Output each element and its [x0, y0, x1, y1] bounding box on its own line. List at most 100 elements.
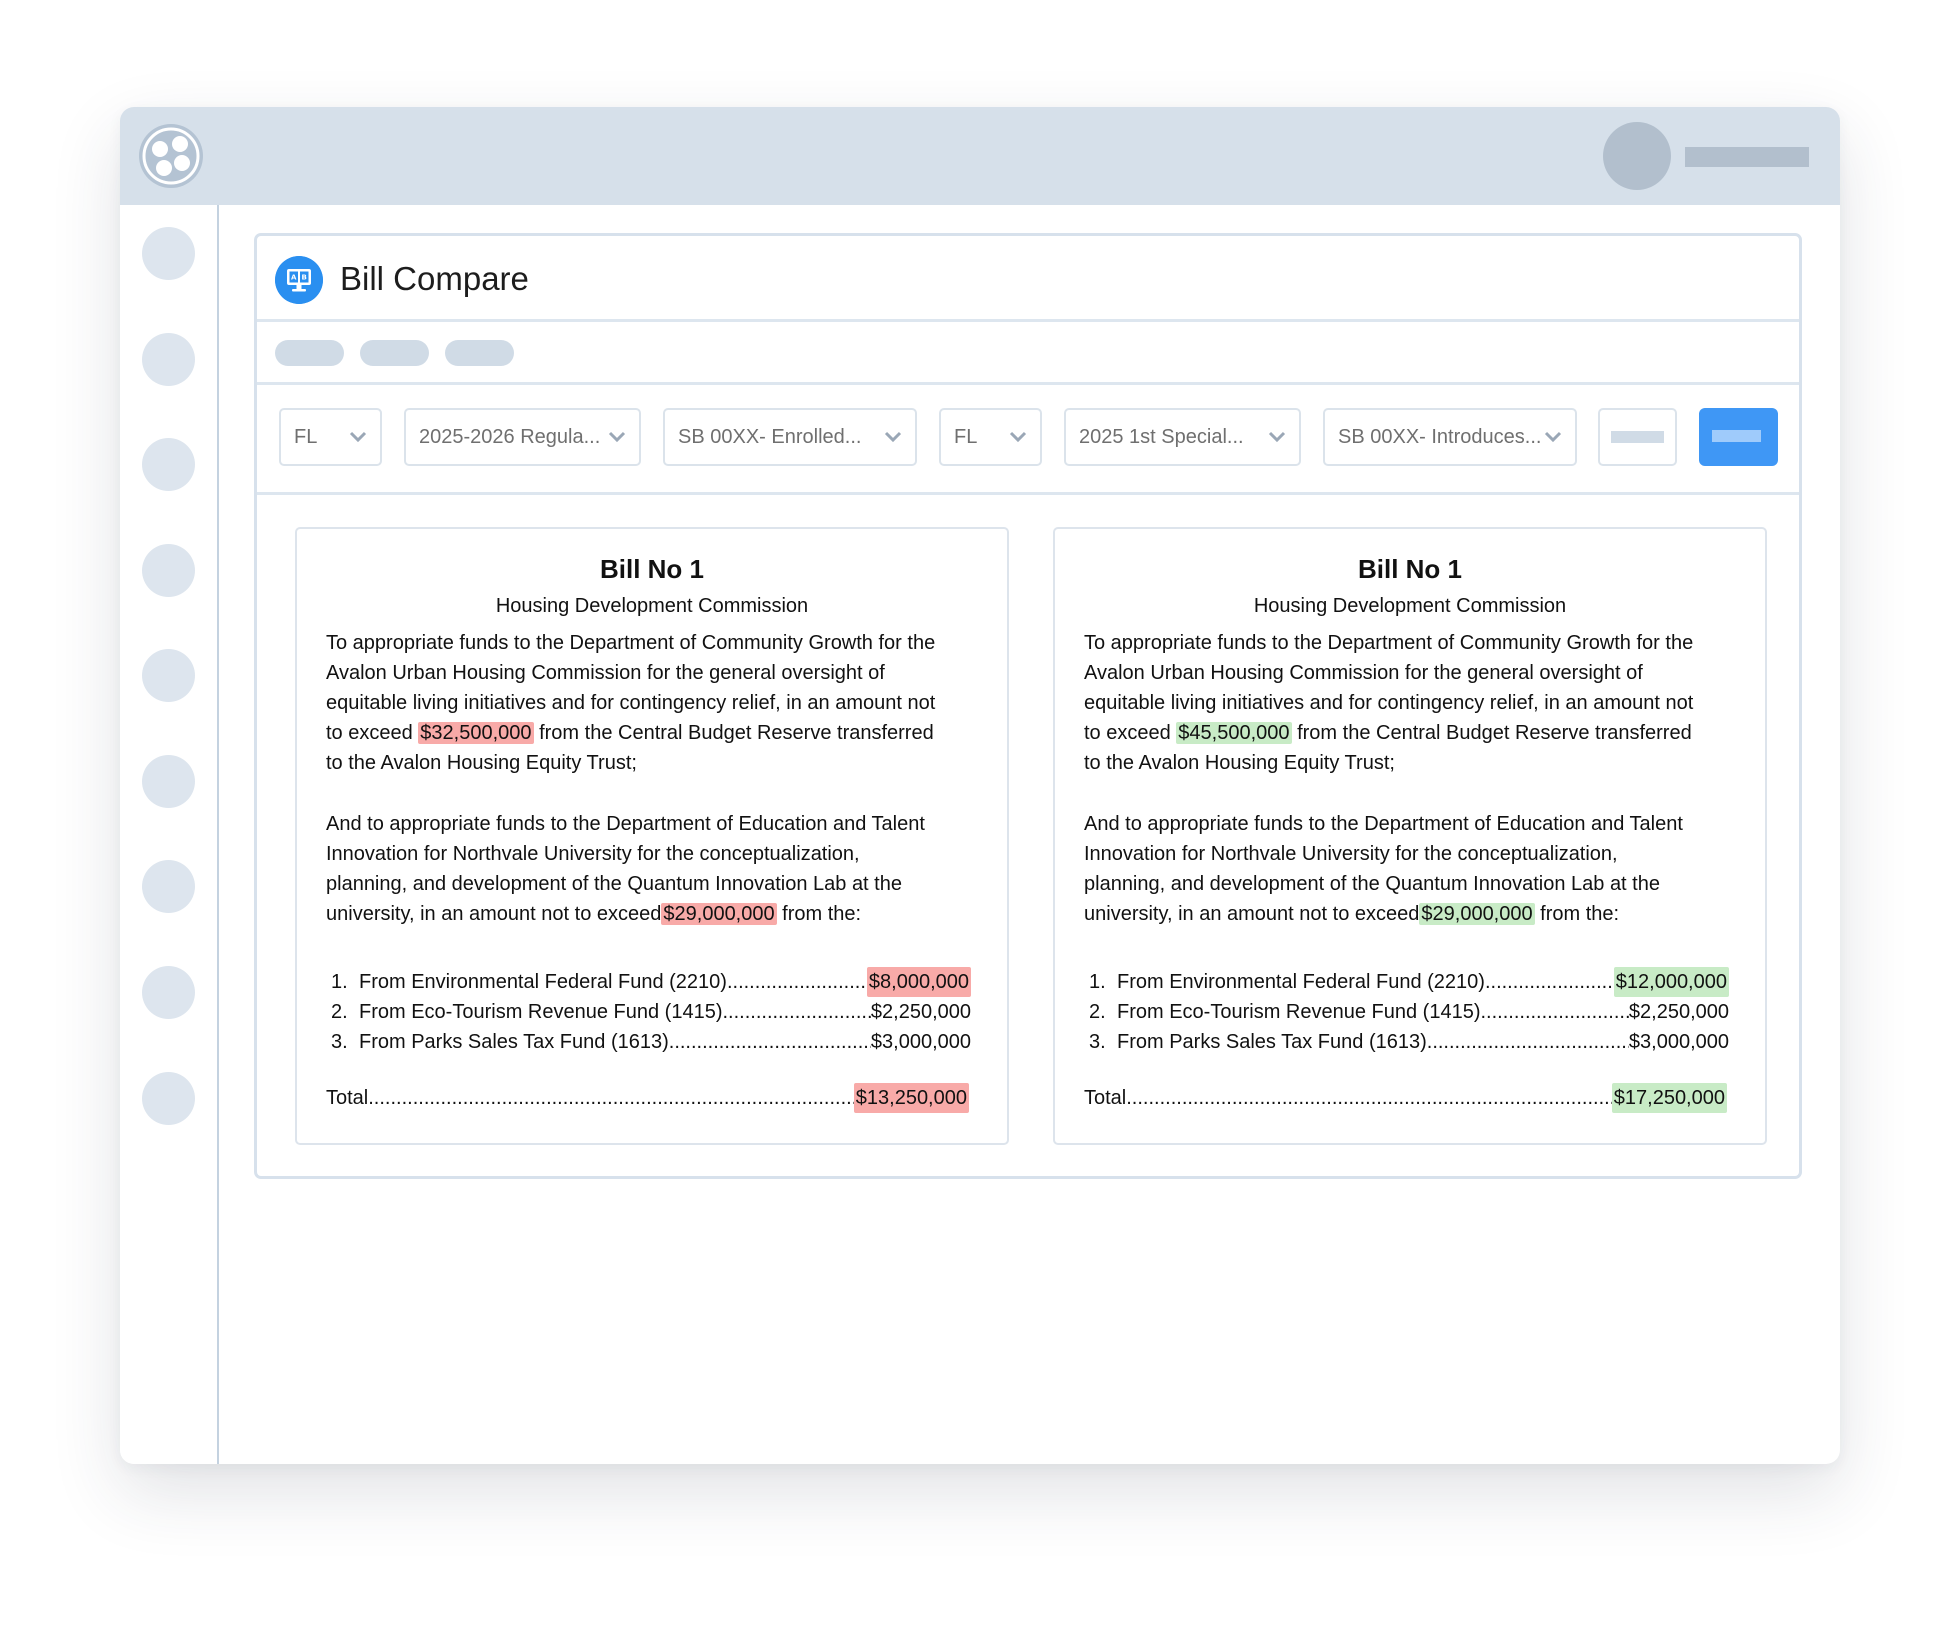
paragraph-line: equitable living initiatives and for con…: [326, 692, 936, 714]
right-state-value: FL: [954, 426, 978, 448]
leader-dots: ........................................…: [1426, 1031, 1629, 1053]
left-state-select[interactable]: FL: [279, 408, 382, 466]
fund-list: 1. From Environmental Federal Fund (2210…: [331, 967, 971, 1057]
user-avatar-icon[interactable]: [1603, 122, 1671, 190]
right-bill-document: Bill No 1 Housing Development Commission…: [1053, 527, 1767, 1145]
list-item: 2. From Eco-Tourism Revenue Fund (1415) …: [1089, 997, 1729, 1027]
right-state-select[interactable]: FL: [939, 408, 1042, 466]
paragraph-line: to the Avalon Housing Equity Trust;: [326, 752, 637, 774]
compare-monitor-icon: A B: [275, 256, 323, 304]
left-session-value: 2025-2026 Regula...: [419, 426, 601, 448]
bill-paragraph-1: To appropriate funds to the Department o…: [326, 628, 996, 778]
sidebar-item-4[interactable]: [142, 544, 195, 597]
list-item: 3. From Parks Sales Tax Fund (1613) ....…: [1089, 1027, 1729, 1057]
list-item: 2. From Eco-Tourism Revenue Fund (1415) …: [331, 997, 971, 1027]
tab-bar: [257, 322, 1799, 385]
list-number: 1.: [331, 971, 348, 993]
removed-amount: $8,000,000: [866, 967, 971, 997]
compare-button-label: [1712, 430, 1761, 442]
text-fragment: to exceed: [1084, 722, 1177, 744]
fund-amount: $2,250,000: [870, 1001, 971, 1023]
list-number: 3.: [331, 1031, 348, 1053]
list-number: 2.: [331, 1001, 348, 1023]
bill-compare-panel: A B Bill Compare FL 2025-2026 Regula... …: [254, 233, 1802, 1179]
user-name-placeholder[interactable]: [1685, 147, 1809, 167]
paragraph-line: To appropriate funds to the Department o…: [326, 632, 936, 654]
paragraph-line: to exceed $45,500,000 from the Central B…: [1084, 718, 1754, 748]
removed-amount: $13,250,000: [853, 1083, 969, 1113]
left-session-select[interactable]: 2025-2026 Regula...: [404, 408, 641, 466]
page-title: Bill Compare: [340, 260, 529, 297]
text-fragment: from the Central Budget Reserve transfer…: [1291, 722, 1692, 744]
fund-label: From Environmental Federal Fund (2210): [359, 971, 727, 993]
paragraph-line: university, in an amount not to exceed $2…: [1084, 899, 1754, 929]
total-label: Total: [326, 1087, 369, 1109]
chevron-down-icon: [884, 431, 902, 443]
panel-header: A B Bill Compare: [257, 236, 1799, 322]
paragraph-line: Innovation for Northvale University for …: [1084, 843, 1618, 865]
right-bill-select[interactable]: SB 00XX- Introduces...: [1323, 408, 1577, 466]
bill-title: Bill No 1: [599, 554, 704, 584]
text-fragment: university, in an amount not to exceed: [326, 903, 662, 925]
bill-paragraph-2: And to appropriate funds to the Departme…: [1084, 809, 1754, 929]
sidebar-item-9[interactable]: [142, 1072, 195, 1125]
tab-1[interactable]: [275, 340, 344, 366]
sidebar-item-5[interactable]: [142, 649, 195, 702]
chevron-down-icon: [1268, 431, 1286, 443]
bill-paragraph-2: And to appropriate funds to the Departme…: [326, 809, 996, 929]
leader-dots: ........................................…: [368, 1087, 854, 1109]
leader-dots: ........................................…: [1484, 971, 1614, 993]
total-label: Total: [1084, 1087, 1127, 1109]
right-session-value: 2025 1st Special...: [1079, 426, 1244, 448]
text-fragment: from the Central Budget Reserve transfer…: [533, 722, 934, 744]
paragraph-line: planning, and development of the Quantum…: [326, 873, 902, 895]
fund-amount: $3,000,000: [870, 1031, 971, 1053]
leader-dots: ........................................…: [668, 1031, 871, 1053]
paragraph-line: Avalon Urban Housing Commission for the …: [1084, 662, 1643, 684]
tab-3[interactable]: [445, 340, 514, 366]
paragraph-line: university, in an amount not to exceed $2…: [326, 899, 996, 929]
sidebar-item-8[interactable]: [142, 966, 195, 1019]
brand-logo-icon[interactable]: [137, 122, 205, 190]
compare-button[interactable]: [1699, 408, 1778, 466]
paragraph-line: Innovation for Northvale University for …: [326, 843, 860, 865]
paragraph-line: equitable living initiatives and for con…: [1084, 692, 1694, 714]
bill-subtitle: Housing Development Commission: [495, 595, 809, 617]
left-bill-select[interactable]: SB 00XX- Enrolled...: [663, 408, 917, 466]
paragraph-line: to exceed $32,500,000 from the Central B…: [326, 718, 996, 748]
fund-label: From Eco-Tourism Revenue Fund (1415): [359, 1001, 723, 1023]
fund-amount: $2,250,000: [1628, 1001, 1729, 1023]
sidebar-item-6[interactable]: [142, 755, 195, 808]
sidebar: [120, 205, 219, 1464]
left-bill-value: SB 00XX- Enrolled...: [678, 426, 862, 448]
right-session-select[interactable]: 2025 1st Special...: [1064, 408, 1301, 466]
text-fragment: from the:: [1534, 903, 1620, 925]
paragraph-line: to the Avalon Housing Equity Trust;: [1084, 752, 1395, 774]
app-window: A B Bill Compare FL 2025-2026 Regula... …: [120, 107, 1840, 1464]
list-number: 3.: [1089, 1031, 1106, 1053]
chevron-down-icon: [1544, 431, 1562, 443]
tab-2[interactable]: [360, 340, 429, 366]
bill-paragraph-1: To appropriate funds to the Department o…: [1084, 628, 1754, 778]
svg-text:B: B: [302, 274, 307, 282]
fund-amount: $3,000,000: [1628, 1031, 1729, 1053]
added-amount: $12,000,000: [1613, 967, 1729, 997]
secondary-button-label: [1611, 431, 1664, 443]
list-number: 1.: [1089, 971, 1106, 993]
chevron-down-icon: [349, 431, 367, 443]
fund-label: From Environmental Federal Fund (2210): [1117, 971, 1485, 993]
fund-label: From Eco-Tourism Revenue Fund (1415): [1117, 1001, 1481, 1023]
leader-dots: ........................................…: [1126, 1087, 1612, 1109]
sidebar-item-1[interactable]: [142, 227, 195, 280]
paragraph-line: And to appropriate funds to the Departme…: [1084, 813, 1683, 835]
secondary-button[interactable]: [1598, 408, 1677, 466]
list-item: 3. From Parks Sales Tax Fund (1613) ....…: [331, 1027, 971, 1057]
sidebar-item-3[interactable]: [142, 438, 195, 491]
right-bill-value: SB 00XX- Introduces...: [1338, 426, 1542, 448]
sidebar-item-7[interactable]: [142, 860, 195, 913]
text-fragment: from the:: [776, 903, 862, 925]
svg-text:A: A: [291, 274, 297, 282]
sidebar-item-2[interactable]: [142, 333, 195, 386]
list-item: 1. From Environmental Federal Fund (2210…: [331, 967, 971, 997]
total-row: Total ..................................…: [1084, 1083, 1727, 1113]
